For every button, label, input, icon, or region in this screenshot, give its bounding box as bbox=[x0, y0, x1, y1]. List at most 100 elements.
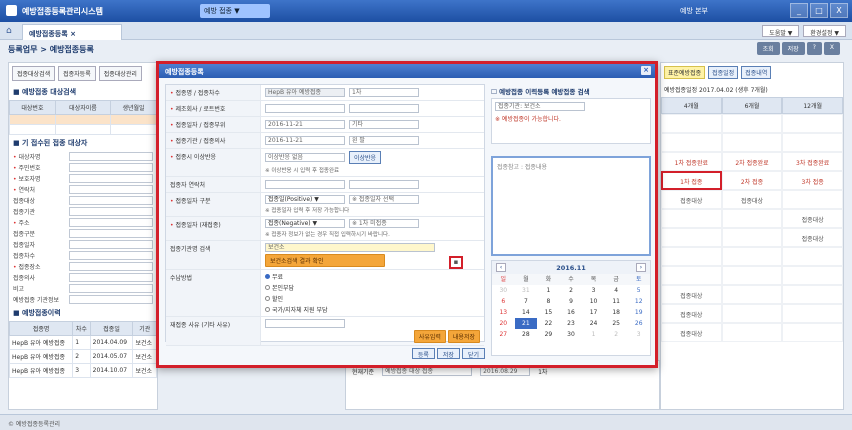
modal-input[interactable]: HepB 유아 예방접종 bbox=[265, 88, 345, 97]
schedule-tab[interactable]: 접종일정 bbox=[708, 66, 739, 79]
calendar-day[interactable]: 22 bbox=[537, 318, 560, 329]
calendar-day[interactable]: 1 bbox=[537, 285, 560, 296]
table-row[interactable] bbox=[9, 114, 157, 125]
calendar-day[interactable]: 17 bbox=[582, 307, 605, 318]
schedule-cell[interactable]: 3차 접종완료 bbox=[782, 152, 843, 171]
field-input[interactable] bbox=[69, 251, 153, 260]
field-input[interactable] bbox=[69, 240, 153, 249]
schedule-cell[interactable] bbox=[721, 114, 783, 133]
schedule-cell[interactable]: 1차 접종완료 bbox=[661, 152, 722, 171]
table-row[interactable] bbox=[9, 124, 157, 135]
calendar-day[interactable]: 30 bbox=[492, 285, 515, 296]
minimize-button[interactable]: _ bbox=[790, 3, 808, 18]
schedule-cell[interactable] bbox=[721, 266, 783, 285]
schedule-cell[interactable] bbox=[721, 323, 783, 342]
schedule-cell[interactable] bbox=[782, 304, 843, 323]
schedule-cell[interactable] bbox=[661, 266, 722, 285]
history-tab[interactable]: 접종내역 bbox=[741, 66, 772, 79]
adverse-reaction-button[interactable]: 이상반응 bbox=[349, 151, 382, 164]
schedule-cell[interactable]: 접종대상 bbox=[721, 190, 783, 209]
user-select-dropdown[interactable]: 예방 접종 ▼ bbox=[200, 4, 270, 18]
calendar-day[interactable]: 25 bbox=[605, 318, 628, 329]
schedule-cell[interactable]: 접종대상 bbox=[661, 285, 722, 304]
payment-radio[interactable]: 국가/지자체 지원 부담 bbox=[265, 305, 480, 314]
calendar-day[interactable]: 20 bbox=[492, 318, 515, 329]
modal-select[interactable]: 접종일(Positive) ▼ bbox=[265, 195, 345, 204]
manage-button[interactable]: 접종대상관리 bbox=[98, 66, 142, 81]
modal-input[interactable]: 2016-11-21 bbox=[265, 136, 345, 145]
schedule-cell[interactable]: 접종대상 bbox=[782, 209, 843, 228]
modal-input[interactable]: 왼 팔 bbox=[349, 136, 419, 145]
modal-input[interactable]: 2016-11-21 bbox=[265, 120, 345, 129]
field-input[interactable] bbox=[69, 262, 153, 271]
schedule-cell[interactable] bbox=[782, 247, 843, 266]
calendar-day[interactable]: 8 bbox=[537, 296, 560, 307]
calendar-day[interactable]: 5 bbox=[627, 285, 650, 296]
field-input[interactable] bbox=[69, 273, 153, 282]
schedule-cell[interactable]: 3차 접종 bbox=[782, 171, 843, 190]
next-month-icon[interactable]: › bbox=[635, 263, 646, 272]
modal-input[interactable]: 보건소 bbox=[265, 243, 435, 252]
calendar-day[interactable]: 9 bbox=[560, 296, 583, 307]
schedule-cell[interactable] bbox=[661, 247, 722, 266]
calendar-day[interactable]: 10 bbox=[582, 296, 605, 307]
close-icon[interactable]: × bbox=[641, 66, 651, 75]
help-button[interactable]: ? bbox=[806, 42, 822, 55]
calendar-day[interactable]: 15 bbox=[537, 307, 560, 318]
schedule-cell[interactable]: 2차 접종 bbox=[721, 171, 783, 190]
modal-input[interactable]: ※ 1차 미접종 bbox=[349, 219, 419, 228]
calendar-day[interactable]: 23 bbox=[560, 318, 583, 329]
field-input[interactable] bbox=[69, 295, 153, 304]
field-input[interactable] bbox=[69, 163, 153, 172]
calendar-day[interactable]: 26 bbox=[627, 318, 650, 329]
schedule-cell[interactable]: 접종대상 bbox=[661, 304, 722, 323]
save-button[interactable]: 저장 bbox=[781, 42, 805, 55]
modal-input[interactable] bbox=[349, 180, 419, 189]
close-window-button[interactable]: X bbox=[830, 3, 848, 18]
schedule-cell[interactable] bbox=[782, 285, 843, 304]
modal-input[interactable] bbox=[265, 104, 345, 113]
field-input[interactable] bbox=[69, 152, 153, 161]
calendar-day[interactable]: 19 bbox=[627, 307, 650, 318]
calendar-day[interactable]: 11 bbox=[605, 296, 628, 307]
schedule-cell[interactable] bbox=[782, 114, 843, 133]
prev-month-icon[interactable]: ‹ bbox=[496, 263, 506, 272]
reason-input-button[interactable]: 사유입력 bbox=[413, 330, 446, 343]
calendar-day[interactable]: 14 bbox=[515, 307, 538, 318]
field-input[interactable] bbox=[69, 196, 153, 205]
modal-input[interactable] bbox=[265, 180, 345, 189]
field-input[interactable] bbox=[69, 229, 153, 238]
calendar-day[interactable]: 24 bbox=[582, 318, 605, 329]
calendar-day[interactable]: 2 bbox=[560, 285, 583, 296]
schedule-cell[interactable] bbox=[661, 114, 722, 133]
calendar-day[interactable]: 27 bbox=[492, 329, 515, 340]
calendar-day[interactable]: 30 bbox=[560, 329, 583, 340]
field-input[interactable] bbox=[69, 218, 153, 227]
field-input[interactable] bbox=[69, 207, 153, 216]
radio-icon[interactable] bbox=[265, 285, 270, 290]
calendar-day[interactable]: 3 bbox=[627, 329, 650, 340]
close-page-button[interactable]: X bbox=[823, 42, 840, 55]
table-row[interactable]: HepB 유아 예방접종 1 2014.04.09 보건소 bbox=[8, 335, 157, 350]
modal-input[interactable] bbox=[349, 104, 419, 113]
calendar-day[interactable]: 12 bbox=[627, 296, 650, 307]
save-content-button[interactable]: 내용저장 bbox=[447, 330, 480, 343]
payment-radio[interactable]: 본인부담 bbox=[265, 283, 480, 292]
schedule-cell[interactable] bbox=[782, 323, 843, 342]
modal-input[interactable]: 이상반응 없음 bbox=[265, 153, 345, 162]
modal-select[interactable]: 접종(Negative) ▼ bbox=[265, 219, 345, 228]
schedule-cell[interactable] bbox=[721, 285, 783, 304]
tab-vaccination-registration[interactable]: 예방접종등록 × bbox=[22, 24, 122, 40]
save-button[interactable]: 저장 bbox=[436, 348, 460, 359]
memo-textarea[interactable]: 접종참고 : 접종내용 bbox=[491, 156, 651, 256]
schedule-cell[interactable]: 1차 접종 bbox=[661, 171, 722, 190]
table-row[interactable]: HepB 유아 예방접종 3 2014.10.07 보건소 bbox=[8, 363, 157, 378]
calendar-day[interactable]: 3 bbox=[582, 285, 605, 296]
institution-search-button[interactable]: 보건소검색 결과 확인 bbox=[265, 254, 385, 267]
modal-input[interactable]: ※ 접종일자 선택 bbox=[349, 195, 419, 204]
schedule-cell[interactable]: 접종대상 bbox=[661, 323, 722, 342]
calendar-day[interactable]: 28 bbox=[515, 329, 538, 340]
calendar-day[interactable]: 4 bbox=[605, 285, 628, 296]
schedule-cell[interactable]: 2차 접종완료 bbox=[721, 152, 783, 171]
schedule-cell[interactable] bbox=[721, 304, 783, 323]
